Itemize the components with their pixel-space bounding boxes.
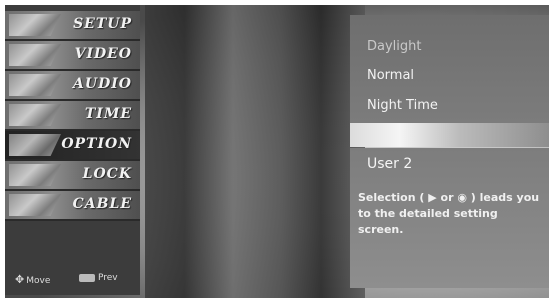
time-icon [9,104,61,126]
menu-item-option[interactable]: OPTION [5,131,140,161]
options-panel: Daylight Normal Night Time [350,15,549,123]
menu-item-label: CABLE [72,196,132,212]
detail-panel: User 2 Selection ( ▶ or ◉ ) leads you to… [350,148,549,288]
menu-item-lock[interactable]: LOCK [5,161,140,191]
option-icon [9,134,61,156]
move-hint: ✥ Move [15,273,50,286]
option-user-2[interactable]: User 2 [367,156,412,172]
menu-item-setup[interactable]: SETUP [5,11,140,41]
menu-footer: ✥ Move Prev [5,271,140,287]
setup-icon [9,14,61,36]
lock-icon [9,164,61,186]
menu-item-label: OPTION [61,136,132,152]
menu-item-label: AUDIO [73,76,132,92]
video-icon [9,44,61,66]
prev-hint: Prev [79,273,118,283]
audio-icon [9,74,61,96]
option-daylight[interactable]: Daylight [367,39,421,54]
menu-item-label: TIME [84,106,132,122]
option-normal[interactable]: Normal [367,68,414,83]
menu-item-time[interactable]: TIME [5,101,140,131]
menu-item-cable[interactable]: CABLE [5,191,140,221]
menu-key-icon [79,273,95,282]
cable-icon [9,194,61,216]
menu-item-audio[interactable]: AUDIO [5,71,140,101]
help-text: Selection ( ▶ or ◉ ) leads you to the de… [358,191,540,236]
menu-item-label: LOCK [82,166,132,182]
selection-highlight [350,123,549,147]
dpad-icon: ✥ [15,273,25,286]
menu-item-label: VIDEO [74,46,132,62]
menu-item-label: SETUP [73,16,132,32]
option-night-time[interactable]: Night Time [367,98,438,113]
menu-item-video[interactable]: VIDEO [5,41,140,71]
move-label: Move [26,276,51,286]
prev-label: Prev [98,273,118,283]
main-menu: SETUP VIDEO AUDIO TIME OPTION LOCK CABLE… [5,5,140,295]
